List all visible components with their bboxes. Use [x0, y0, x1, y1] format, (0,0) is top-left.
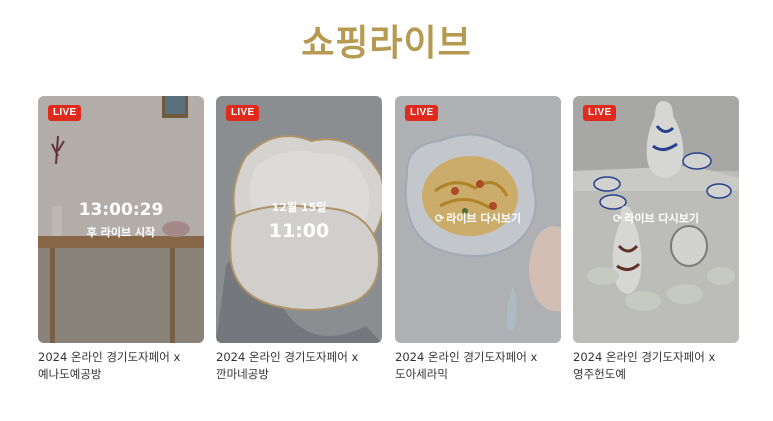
card-caption[interactable]: 2024 온라인 경기도자페어 x 예나도예공방: [38, 349, 208, 383]
countdown-time: 13:00:29: [78, 200, 164, 220]
card-caption[interactable]: 2024 온라인 경기도자페어 x 도아세라믹: [395, 349, 565, 383]
countdown-subtitle: 후 라이브 시작: [86, 226, 156, 239]
caption-line2: 깐마네공방: [216, 367, 269, 381]
schedule-time: 11:00: [268, 220, 330, 242]
replay-label: 라이브 다시보기: [624, 212, 699, 225]
live-badge: LIVE: [226, 105, 260, 121]
live-badge: LIVE: [405, 105, 439, 121]
caption-line2: 도아세라믹: [395, 367, 448, 381]
live-thumbnail[interactable]: LIVE 12월 15일 11:00: [216, 96, 382, 343]
refresh-icon: ⟳: [613, 212, 623, 225]
live-card-list: LIVE 13:00:29 후 라이브 시작 2024 온라인 경기도자페어 x…: [38, 96, 739, 396]
caption-line2: 영주헌도예: [573, 367, 626, 381]
live-badge: LIVE: [48, 105, 82, 121]
replay-overlay[interactable]: ⟳ 라이브 다시보기: [395, 210, 561, 226]
live-thumbnail[interactable]: LIVE ⟳ 라이브 다시보기: [573, 96, 739, 343]
replay-label: 라이브 다시보기: [446, 212, 521, 225]
caption-line1: 2024 온라인 경기도자페어 x: [216, 350, 359, 364]
live-card[interactable]: LIVE 13:00:29 후 라이브 시작 2024 온라인 경기도자페어 x…: [38, 96, 204, 396]
live-thumbnail[interactable]: LIVE 13:00:29 후 라이브 시작: [38, 96, 204, 343]
caption-line2: 예나도예공방: [38, 367, 102, 381]
caption-line1: 2024 온라인 경기도자페어 x: [38, 350, 181, 364]
schedule-overlay: 12월 15일 11:00: [216, 199, 382, 242]
live-card[interactable]: LIVE ⟳ 라이브 다시보기 2024 온라인 경기도자페어 x 도아세라믹: [395, 96, 561, 396]
schedule-date: 12월 15일: [271, 201, 327, 214]
section-title: 쇼핑라이브: [301, 23, 472, 64]
refresh-icon: ⟳: [435, 212, 445, 225]
caption-line1: 2024 온라인 경기도자페어 x: [573, 350, 716, 364]
live-card[interactable]: LIVE 12월 15일 11:00 2024 온라인 경기도자페어 x 깐마네…: [216, 96, 382, 396]
live-badge: LIVE: [583, 105, 617, 121]
countdown-overlay: 13:00:29 후 라이브 시작: [38, 200, 204, 240]
live-thumbnail[interactable]: LIVE ⟳ 라이브 다시보기: [395, 96, 561, 343]
replay-overlay[interactable]: ⟳ 라이브 다시보기: [573, 210, 739, 226]
card-caption[interactable]: 2024 온라인 경기도자페어 x 깐마네공방: [216, 349, 386, 383]
card-caption[interactable]: 2024 온라인 경기도자페어 x 영주헌도예: [573, 349, 743, 383]
live-card[interactable]: LIVE ⟳ 라이브 다시보기 2024 온라인 경기도자페어 x 영주헌도예: [573, 96, 739, 396]
caption-line1: 2024 온라인 경기도자페어 x: [395, 350, 538, 364]
